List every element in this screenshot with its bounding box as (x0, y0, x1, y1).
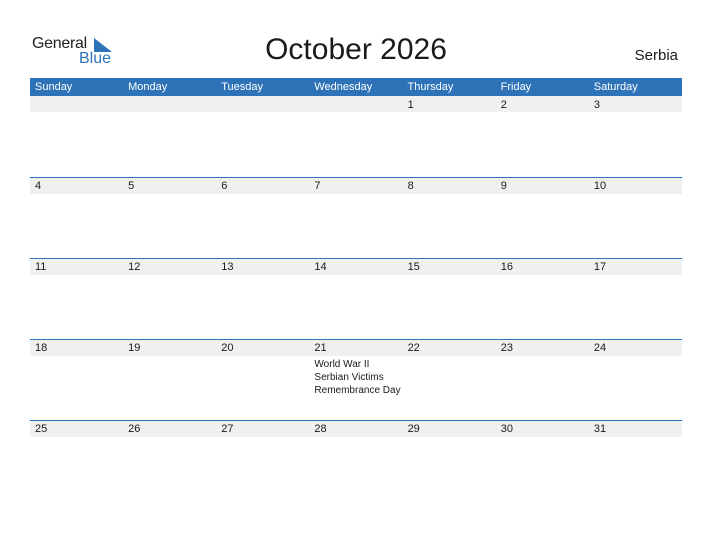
holiday-event: World War II Serbian Victims Remembrance D… (314, 358, 404, 397)
holiday-event-line: Remembrance Day (314, 385, 401, 396)
day-number: 26 (128, 423, 141, 435)
day-cell: 9 (496, 178, 589, 258)
weekday-sunday: Sunday (35, 81, 73, 93)
weekday-friday: Friday (500, 81, 532, 93)
day-cell (216, 97, 309, 177)
day-number: 27 (221, 423, 234, 435)
day-number: 20 (221, 342, 234, 354)
day-number: 12 (128, 261, 141, 273)
day-cell: 14 (309, 259, 402, 339)
day-number: 29 (407, 423, 420, 435)
day-cell: 25 (30, 421, 123, 501)
day-cell: 17 (589, 259, 682, 339)
day-cell: 11 (30, 259, 123, 339)
day-number: 18 (35, 342, 48, 354)
day-cell: 5 (123, 178, 216, 258)
day-cell: 19 (123, 340, 216, 420)
day-number: 19 (128, 342, 141, 354)
weekday-header: Sunday Monday Tuesday Wednesday Thursday… (30, 78, 682, 96)
day-cell: 7 (309, 178, 402, 258)
day-number: 22 (407, 342, 420, 354)
week-row: 25 26 27 28 29 30 31 (30, 420, 682, 501)
day-cell: 29 (403, 421, 496, 501)
day-cell: 27 (216, 421, 309, 501)
day-number: 23 (500, 342, 513, 354)
holiday-event-line: Serbian Victims (314, 372, 384, 383)
day-cell: 12 (123, 259, 216, 339)
day-cell (123, 97, 216, 177)
day-number: 11 (35, 261, 47, 273)
day-cell: 3 (589, 97, 682, 177)
day-number: 31 (593, 423, 607, 435)
weekday-tuesday: Tuesday (221, 81, 264, 93)
day-cell: 4 (30, 178, 123, 258)
day-number: 13 (221, 261, 234, 273)
day-cell: 28 (309, 421, 402, 501)
day-cell: 20 (216, 340, 309, 420)
day-cell: 13 (216, 259, 309, 339)
day-cell: 21 World War II Serbian Victims Remembrance… (309, 340, 402, 420)
day-number: 17 (593, 261, 607, 273)
day-cell (30, 97, 123, 177)
day-number: 7 (314, 180, 321, 192)
day-cell: 16 (496, 259, 589, 339)
day-number: 16 (500, 261, 513, 273)
day-cell: 1 (403, 97, 496, 177)
day-number: 28 (314, 423, 327, 435)
page-title: October 2026 (265, 33, 447, 66)
day-number: 14 (314, 261, 327, 273)
week-row: 11 12 13 14 15 16 17 (30, 258, 682, 339)
day-number: 24 (593, 342, 607, 354)
day-cell: 6 (216, 178, 309, 258)
week-row: 4 5 6 7 8 9 10 (30, 177, 682, 258)
day-cell: 22 (403, 340, 496, 420)
day-cell: 10 (589, 178, 682, 258)
week-row: 18 19 20 21 World War II Serbian Victims Remem… (30, 339, 682, 420)
day-number: 3 (593, 99, 600, 111)
day-cell: 30 (496, 421, 589, 501)
day-number: 8 (407, 180, 414, 192)
day-number: 6 (221, 180, 228, 192)
day-number: 10 (593, 180, 607, 192)
day-cell: 15 (403, 259, 496, 339)
day-number: 4 (35, 180, 42, 192)
country-label: Serbia (634, 47, 678, 64)
day-cell: 31 (589, 421, 682, 501)
day-cell: 8 (403, 178, 496, 258)
week-row: 1 2 3 (30, 96, 682, 177)
day-number: 21 (314, 342, 327, 354)
day-number: 1 (407, 99, 414, 111)
holiday-event-line: World War II (314, 359, 370, 370)
day-number: 2 (500, 99, 507, 111)
day-cell: 26 (123, 421, 216, 501)
day-cell: 18 (30, 340, 123, 420)
day-number: 30 (500, 423, 513, 435)
day-number: 25 (35, 423, 48, 435)
day-number: 15 (407, 261, 420, 273)
day-number: 9 (500, 180, 507, 192)
day-cell (309, 97, 402, 177)
weekday-monday: Monday (128, 81, 168, 93)
weekday-thursday: Thursday (407, 81, 454, 93)
weekday-saturday: Saturday (593, 81, 638, 93)
day-number: 5 (128, 180, 135, 192)
day-cell: 23 (496, 340, 589, 420)
day-cell: 2 (496, 97, 589, 177)
weekday-wednesday: Wednesday (314, 81, 373, 93)
day-cell: 24 (589, 340, 682, 420)
